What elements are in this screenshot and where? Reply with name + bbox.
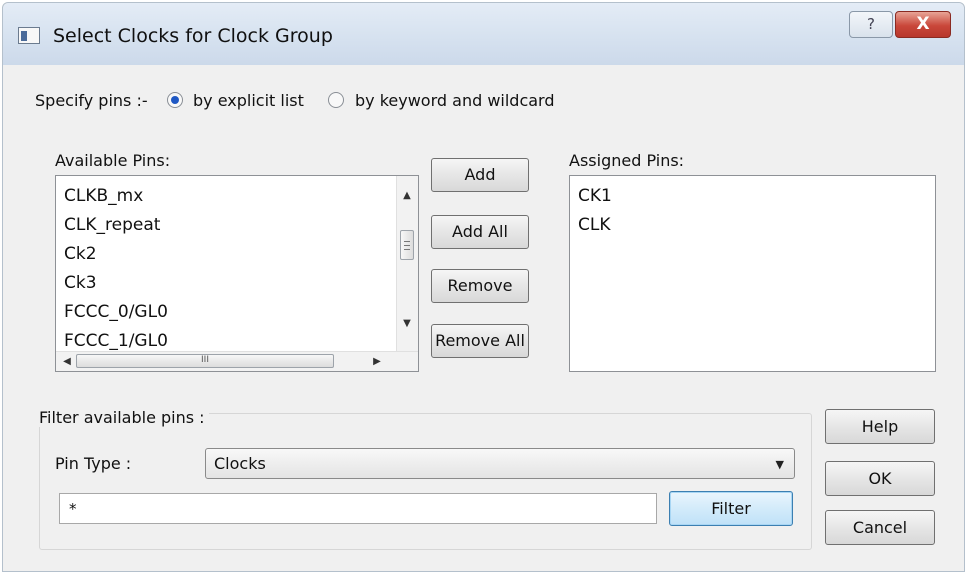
horizontal-scrollbar[interactable]: ◀ III ▶ — [56, 351, 418, 371]
scroll-up-arrow-icon[interactable]: ▲ — [398, 190, 416, 201]
remove-all-button[interactable]: Remove All — [431, 324, 529, 358]
radio-keyword-wildcard[interactable] — [328, 92, 344, 108]
pin-type-label: Pin Type : — [55, 454, 132, 473]
list-item[interactable]: CLKB_mx — [64, 186, 143, 206]
app-window-icon — [18, 27, 40, 44]
list-item[interactable]: Ck2 — [64, 244, 97, 264]
list-item[interactable]: Ck3 — [64, 273, 97, 293]
dialog-window: Select Clocks for Clock Group ? X Specif… — [2, 2, 965, 572]
radio-explicit-list[interactable] — [167, 92, 183, 108]
assigned-pins-label: Assigned Pins: — [569, 151, 685, 170]
filter-button[interactable]: Filter — [669, 491, 793, 526]
filter-group-label: Filter available pins : — [39, 408, 209, 427]
title-bar: Select Clocks for Clock Group ? X — [3, 3, 964, 65]
list-item[interactable]: CLK — [578, 215, 611, 235]
assigned-pins-list[interactable]: CK1 CLK — [569, 175, 936, 372]
list-item[interactable]: CK1 — [578, 186, 612, 206]
available-pins-list[interactable]: CLKB_mx CLK_repeat Ck2 Ck3 FCCC_0/GL0 FC… — [55, 175, 419, 372]
window-title: Select Clocks for Clock Group — [53, 25, 333, 47]
add-all-button[interactable]: Add All — [431, 215, 529, 249]
ok-button[interactable]: OK — [825, 461, 935, 496]
close-button[interactable]: X — [895, 11, 951, 38]
list-item[interactable]: FCCC_1/GL0 — [64, 331, 168, 351]
help-button[interactable]: Help — [825, 409, 935, 444]
scroll-left-arrow-icon[interactable]: ◀ — [58, 356, 76, 367]
scroll-grip-icon: III — [201, 355, 209, 365]
horizontal-scroll-thumb[interactable]: III — [76, 354, 334, 368]
list-item[interactable]: FCCC_0/GL0 — [64, 302, 168, 322]
radio-keyword-wildcard-label[interactable]: by keyword and wildcard — [355, 91, 555, 110]
scroll-down-arrow-icon[interactable]: ▼ — [398, 318, 416, 329]
question-mark-icon: ? — [867, 15, 875, 33]
vertical-scrollbar[interactable]: ▲ ▼ — [396, 176, 418, 351]
filter-text-input[interactable]: * — [59, 493, 657, 524]
filter-group — [39, 413, 812, 550]
pin-type-select[interactable]: Clocks ▼ — [205, 448, 795, 479]
cancel-button[interactable]: Cancel — [825, 510, 935, 545]
remove-button[interactable]: Remove — [431, 269, 529, 303]
list-item[interactable]: CLK_repeat — [64, 215, 160, 235]
vertical-scroll-thumb[interactable] — [400, 230, 414, 260]
dropdown-arrow-icon: ▼ — [775, 458, 784, 471]
close-icon: X — [916, 14, 930, 34]
specify-pins-label: Specify pins :- — [35, 91, 148, 110]
pin-type-value: Clocks — [214, 454, 266, 473]
available-pins-label: Available Pins: — [55, 151, 171, 170]
radio-explicit-list-label[interactable]: by explicit list — [193, 91, 304, 110]
context-help-button[interactable]: ? — [849, 11, 893, 38]
scroll-right-arrow-icon[interactable]: ▶ — [368, 356, 386, 367]
add-button[interactable]: Add — [431, 158, 529, 192]
